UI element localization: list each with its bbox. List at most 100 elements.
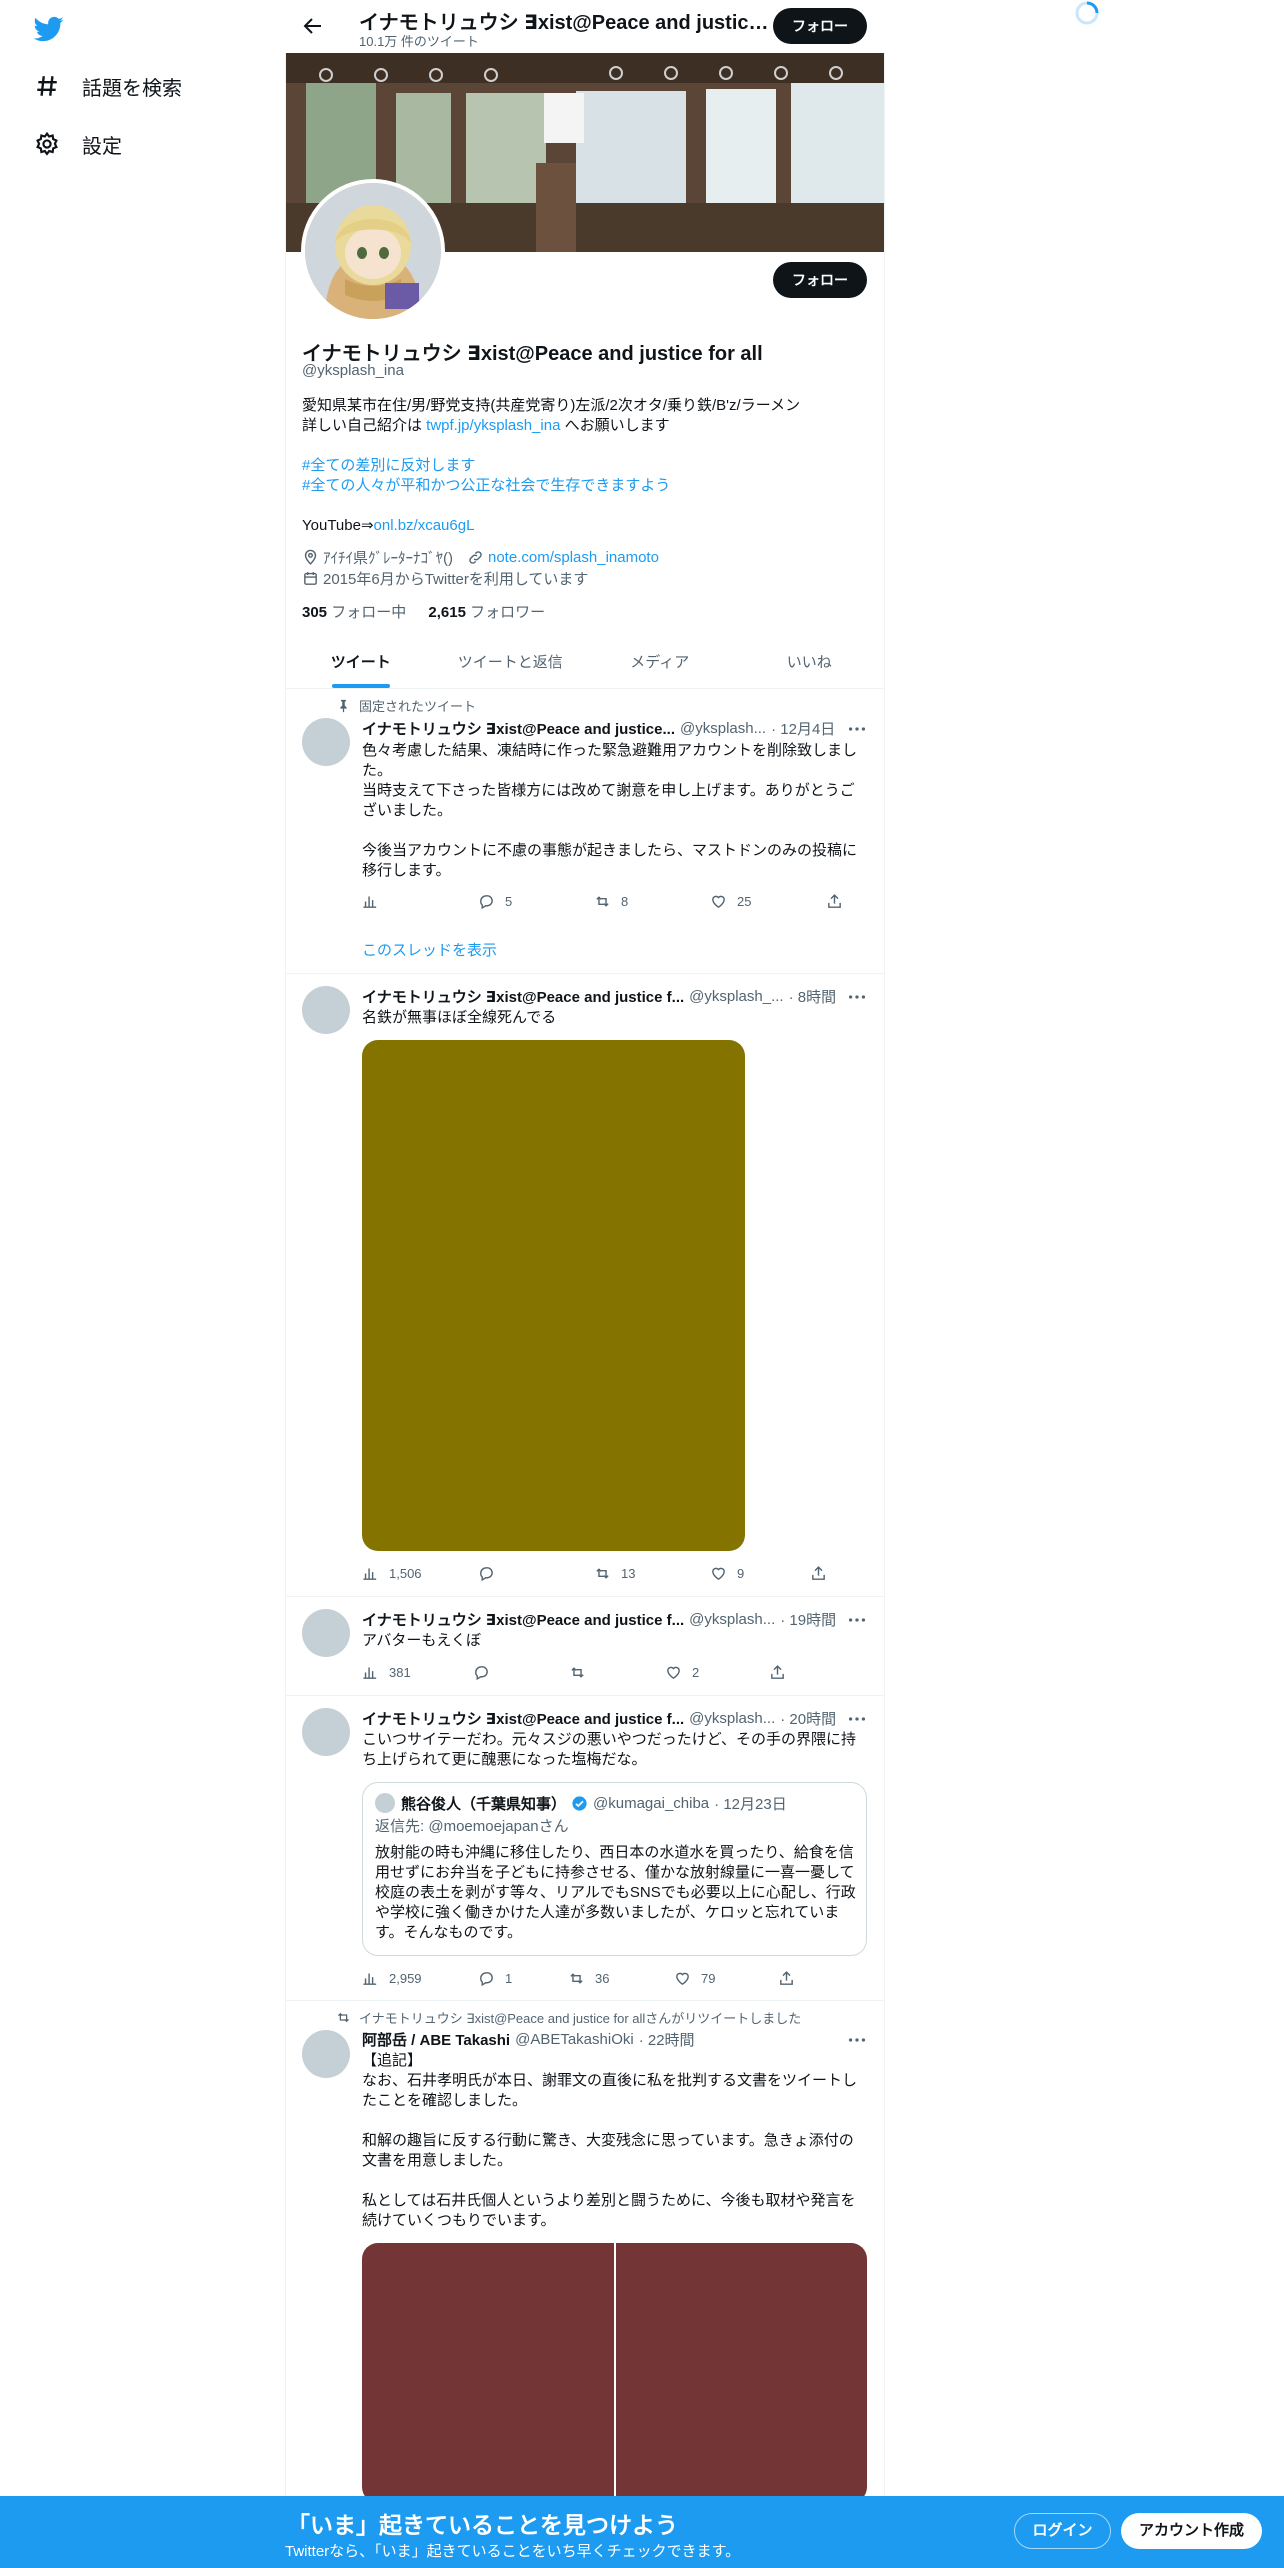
views-action[interactable]: 381	[362, 1664, 473, 1681]
tweet-media-image[interactable]	[615, 2243, 867, 2503]
nav-settings[interactable]: 設定	[34, 124, 122, 164]
profile-handle: @yksplash_ina	[302, 362, 404, 379]
tweet-time[interactable]: · 12月4日	[771, 718, 835, 739]
tweet-actions: 1,506 13 9	[362, 1565, 926, 1582]
retweet-icon	[338, 2012, 349, 2023]
tab-tweets[interactable]: ツイート	[286, 636, 436, 688]
tweet-actions: 381 2	[362, 1664, 885, 1681]
retweet-action[interactable]: 13	[594, 1565, 710, 1582]
views-action[interactable]	[362, 893, 478, 910]
follow-button[interactable]: フォロー	[773, 262, 867, 298]
tweet-divider	[286, 1695, 884, 1696]
login-button[interactable]: ログイン	[1014, 2513, 1111, 2549]
tweet-divider	[286, 1596, 884, 1597]
tweet-media-image[interactable]	[362, 1040, 745, 1551]
pinned-tweet-label: 固定されたツイート	[336, 696, 476, 715]
tweet-author-name[interactable]: 阿部岳 / ABE Takashi	[362, 2029, 510, 2050]
follow-counts: 305 フォロー中 2,615 フォロワー	[302, 601, 545, 622]
tweet-avatar[interactable]	[302, 718, 350, 766]
tweet-author-name[interactable]: イナモトリュウシ ∃xist@Peace and justice f...	[362, 986, 684, 1007]
profile-website-link[interactable]: note.com/splash_inamoto	[488, 549, 659, 566]
tweet-author-handle[interactable]: @yksplash...	[689, 1611, 775, 1628]
tweet-author-handle[interactable]: @yksplash...	[689, 1710, 775, 1727]
signup-banner: 「いま」起きていることを見つけよう Twitterなら、「いま」起きていることを…	[0, 2496, 1284, 2568]
hashtag-link[interactable]: #全ての人々が平和かつ公正な社会で生存できますよう	[302, 477, 670, 494]
share-action[interactable]	[778, 1970, 894, 1987]
hashtag-link[interactable]: #全ての差別に反対します	[302, 457, 475, 474]
tweet-author-handle[interactable]: @yksplash...	[680, 720, 766, 737]
reply-action[interactable]: 5	[478, 893, 594, 910]
tweet-text: 色々考慮した結果、凍結時に作った緊急避難用アカウントを削除致しました。 当時支え…	[362, 742, 858, 879]
anime-avatar-image	[305, 183, 441, 319]
like-action[interactable]: 25	[710, 893, 826, 910]
profile-location: ｱｲﾁｲ県ｸﾞﾚｰﾀｰﾅｺﾞﾔ()	[323, 550, 453, 567]
reply-icon	[480, 895, 493, 910]
like-action[interactable]: 9	[710, 1565, 810, 1582]
tweet-author-name[interactable]: イナモトリュウシ ∃xist@Peace and justice f...	[362, 1609, 684, 1630]
tweet-media-image[interactable]	[362, 2243, 614, 2503]
retweet-action[interactable]	[569, 1664, 665, 1681]
more-options-icon[interactable]	[846, 986, 868, 1008]
tweet-time[interactable]: · 20時間	[780, 1708, 836, 1729]
signup-button[interactable]: アカウント作成	[1121, 2513, 1262, 2549]
tweet-avatar[interactable]	[302, 1708, 350, 1756]
share-action[interactable]	[826, 893, 942, 910]
profile-tabs: ツイート ツイートと返信 メディア いいね	[286, 636, 884, 689]
tweet-author-handle[interactable]: @yksplash_...	[689, 988, 783, 1005]
heart-icon	[676, 1972, 689, 1986]
quote-time: · 12月23日	[714, 1796, 787, 1813]
youtube-link[interactable]: onl.bz/xcau6gL	[374, 517, 475, 534]
bio-profile-link[interactable]: twpf.jp/yksplash_ina	[426, 417, 560, 434]
more-options-icon[interactable]	[846, 718, 868, 740]
tab-media[interactable]: メディア	[585, 636, 735, 688]
retweet-action[interactable]: 8	[594, 893, 710, 910]
following-count-link[interactable]: 305 フォロー中	[302, 604, 406, 621]
nav-explore[interactable]: 話題を検索	[34, 66, 182, 106]
retweet-context: イナモトリュウシ ∃xist@Peace and justice for all…	[336, 2008, 801, 2027]
tweet-avatar[interactable]	[302, 986, 350, 1034]
reply-action[interactable]	[473, 1664, 569, 1681]
views-action[interactable]: 2,959	[362, 1970, 478, 1987]
tweet-time[interactable]: · 22時間	[639, 2029, 695, 2050]
retweet-action[interactable]: 36	[568, 1970, 674, 1987]
like-action[interactable]: 79	[674, 1970, 778, 1987]
share-action[interactable]	[769, 1664, 885, 1681]
quote-header: 熊谷俊人（千葉県知事） @kumagai_chiba · 12月23日	[401, 1793, 787, 1814]
bio-text: YouTube⇒	[302, 517, 374, 534]
like-action[interactable]: 2	[665, 1664, 769, 1681]
following-count: 305	[302, 604, 328, 621]
back-arrow-icon[interactable]	[301, 14, 325, 38]
reply-action[interactable]: 1	[478, 1970, 568, 1987]
quoted-tweet[interactable]: 熊谷俊人（千葉県知事） @kumagai_chiba · 12月23日 返信先:…	[362, 1782, 867, 1956]
tweet-avatar[interactable]	[302, 1609, 350, 1657]
context-text: 固定されたツイート	[359, 699, 477, 714]
retweet-icon	[596, 1568, 609, 1579]
tweet-time[interactable]: · 19時間	[780, 1609, 836, 1630]
share-icon	[780, 1971, 793, 1985]
tweet-text: 【追記】 なお、石井孝明氏が本日、謝罪文の直後に私を批判する文書をツイートしたこ…	[362, 2052, 858, 2229]
tab-likes[interactable]: いいね	[735, 636, 885, 688]
more-options-icon[interactable]	[846, 1609, 868, 1631]
bio-text: へお願いします	[560, 417, 670, 434]
show-thread-link[interactable]: このスレッドを表示	[362, 939, 497, 960]
followers-count-link[interactable]: 2,615 フォロワー	[428, 604, 545, 621]
tweet-media-gallery	[362, 2243, 867, 2503]
tweet-time[interactable]: · 8時間	[789, 986, 837, 1007]
more-options-icon[interactable]	[846, 2029, 868, 2051]
views-action[interactable]: 1,506	[362, 1565, 478, 1582]
pin-icon	[340, 699, 347, 713]
tweet-author-name[interactable]: イナモトリュウシ ∃xist@Peace and justice...	[362, 718, 675, 739]
tweet-author-handle[interactable]: @ABETakashiOki	[515, 2031, 634, 2048]
retweet-count: 13	[621, 1566, 636, 1581]
tweet-text: こいつサイテーだわ。元々スジの悪いやつだったけど、その手の界隈に持ち上げられて更…	[362, 1731, 856, 1768]
tweet-author-name[interactable]: イナモトリュウシ ∃xist@Peace and justice f...	[362, 1708, 684, 1729]
profile-avatar[interactable]	[301, 179, 445, 323]
more-options-icon[interactable]	[846, 1708, 868, 1730]
reply-action[interactable]	[478, 1565, 594, 1582]
like-count: 25	[737, 894, 752, 909]
share-action[interactable]	[810, 1565, 926, 1582]
follow-button-header[interactable]: フォロー	[773, 8, 867, 44]
tweet-avatar[interactable]	[302, 2030, 350, 2078]
tab-tweets-and-replies[interactable]: ツイートと返信	[436, 636, 586, 688]
twitter-logo-icon[interactable]	[32, 14, 66, 44]
